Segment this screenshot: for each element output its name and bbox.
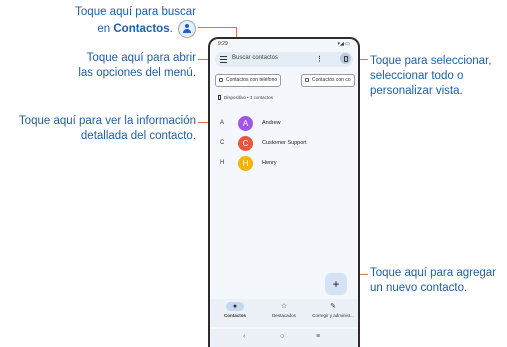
callout-search: Toque aquí para buscar en Contactos. bbox=[66, 5, 196, 38]
contact-name: Customer Support bbox=[262, 140, 307, 146]
device-label-text: Dispositivo • 3 contactos bbox=[224, 95, 273, 100]
callout-add-line1: Toque aquí para agregar bbox=[370, 267, 496, 279]
status-icons: ▾◢ ▭ bbox=[337, 41, 350, 47]
status-bar: 9:29 ▾◢ ▭ bbox=[210, 39, 358, 49]
callout-menu-line2: las opciones del menú. bbox=[78, 67, 196, 79]
callout-detail-line1: Toque aquí para ver la información bbox=[18, 115, 196, 127]
section-letter: A bbox=[220, 120, 225, 126]
contact-row[interactable]: H H Henry bbox=[210, 156, 358, 172]
leader-search-h bbox=[198, 27, 236, 28]
nav-favorites-label: Destacados bbox=[272, 313, 296, 318]
search-bar[interactable]: Buscar contactos ⋮ bbox=[215, 52, 353, 67]
device-label: Dispositivo • 3 contactos bbox=[218, 95, 273, 101]
system-navigation: ‹ ○ ≡ bbox=[210, 329, 358, 347]
avatar: H bbox=[238, 156, 253, 171]
callout-add: Toque aquí para agregar un nuevo contact… bbox=[370, 266, 505, 296]
more-options-icon[interactable]: ⋮ bbox=[316, 55, 323, 63]
person-icon: ● bbox=[226, 302, 244, 311]
callout-search-line2: en Contactos. bbox=[66, 20, 196, 38]
callout-select-line1: Toque para seleccionar, bbox=[370, 55, 492, 67]
callout-search-en: en bbox=[97, 23, 114, 36]
contact-row[interactable]: A A Andrew bbox=[210, 116, 358, 132]
chip-phone-label: Contactos con teléfono bbox=[226, 77, 278, 83]
callout-detail: Toque aquí para ver la información detal… bbox=[4, 114, 196, 144]
filter-chips: Contactos con teléfono Contactos con co bbox=[215, 74, 358, 87]
contacts-app-icon bbox=[178, 20, 196, 38]
star-box-icon: ☆ bbox=[280, 303, 288, 310]
callout-add-line2: un nuevo contacto. bbox=[370, 282, 468, 294]
add-contact-button[interactable]: + bbox=[325, 273, 347, 295]
callout-menu-line1: Toque aquí para abrir bbox=[86, 52, 196, 64]
callout-select-line2: seleccionar todo o bbox=[370, 70, 464, 82]
nav-contacts[interactable]: ● Contactos bbox=[210, 302, 260, 318]
phone-icon bbox=[219, 78, 223, 82]
callout-select-line3: personalizar vista. bbox=[370, 85, 463, 97]
recents-icon[interactable]: ≡ bbox=[316, 333, 320, 340]
home-icon[interactable]: ○ bbox=[280, 333, 284, 340]
chip-email-contacts[interactable]: Contactos con co bbox=[301, 74, 355, 87]
back-icon[interactable]: ‹ bbox=[243, 333, 245, 340]
callout-search-line1: Toque aquí para buscar bbox=[75, 6, 196, 18]
phone-screen: 9:29 ▾◢ ▭ Buscar contactos ⋮ Contactos c… bbox=[208, 37, 360, 347]
nav-contacts-label: Contactos bbox=[223, 313, 246, 318]
contact-name: Andrew bbox=[262, 120, 281, 126]
callout-select: Toque para seleccionar, seleccionar todo… bbox=[370, 54, 505, 99]
callout-search-contactos: Contactos bbox=[113, 23, 170, 36]
wrench-icon: ✎ bbox=[330, 303, 336, 310]
status-time: 9:29 bbox=[218, 41, 228, 47]
device-icon bbox=[218, 95, 221, 101]
chip-phone-contacts[interactable]: Contactos con teléfono bbox=[215, 74, 282, 87]
search-input[interactable]: Buscar contactos bbox=[232, 55, 278, 61]
contact-row[interactable]: C C Customer Support bbox=[210, 136, 358, 152]
section-letter: H bbox=[220, 160, 225, 166]
avatar: C bbox=[238, 136, 253, 151]
nav-favorites[interactable]: ☆ Destacados bbox=[259, 302, 309, 318]
nav-fix-manage-label: Corregir y administ... bbox=[312, 313, 354, 318]
chip-email-label: Contactos con co bbox=[312, 77, 351, 83]
section-letter: C bbox=[220, 140, 225, 146]
bottom-navigation: ● Contactos ☆ Destacados ✎ Corregir y ad… bbox=[210, 299, 358, 327]
nav-fix-manage[interactable]: ✎ Corregir y administ... bbox=[308, 302, 358, 318]
select-view-icon[interactable] bbox=[340, 53, 351, 64]
mail-icon bbox=[305, 78, 309, 82]
avatar: A bbox=[238, 116, 253, 131]
callout-detail-line2: detallada del contacto. bbox=[80, 130, 196, 142]
callout-search-dot: . bbox=[169, 23, 173, 36]
callout-menu: Toque aquí para abrir las opciones del m… bbox=[66, 51, 196, 81]
menu-icon[interactable] bbox=[220, 56, 227, 63]
contact-name: Henry bbox=[262, 160, 277, 166]
